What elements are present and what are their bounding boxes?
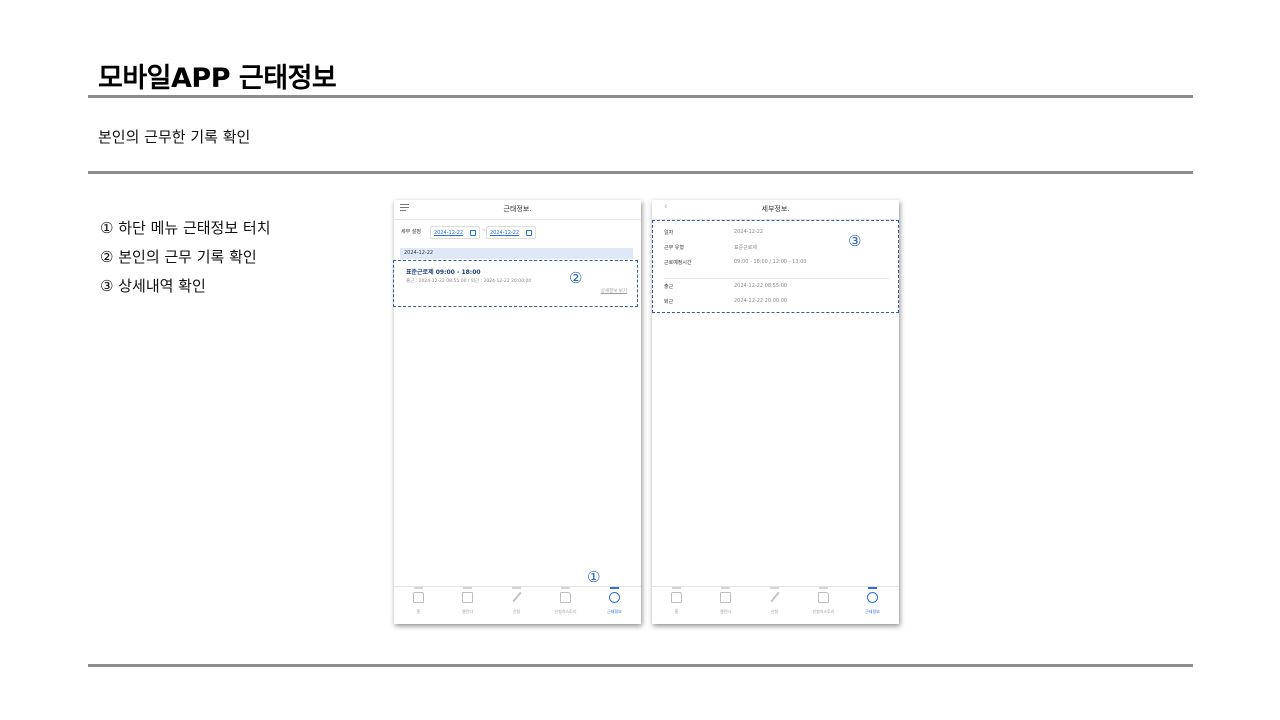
- date-to-input[interactable]: 2024-12-22: [486, 226, 536, 239]
- header-title: 근태정보.: [503, 205, 532, 213]
- date-filter: 세부 설정 2024-12-22 ~ 2024-12-22: [400, 226, 635, 240]
- highlight-record: [393, 260, 638, 307]
- step-list: ① 하단 메뉴 근태정보 터치 ② 본인의 근무 기록 확인 ③ 상세내역 확인: [100, 216, 271, 303]
- document-icon: [818, 592, 829, 603]
- tab-label: 캘린더: [719, 609, 732, 614]
- tab-label: 근태정보: [607, 609, 622, 614]
- clock-icon: [867, 592, 878, 603]
- calendar-icon[interactable]: [470, 230, 476, 236]
- tab-request-history[interactable]: 신청히스토리: [799, 587, 848, 624]
- step-2: ② 본인의 근무 기록 확인: [100, 248, 257, 266]
- bottom-tab-bar: 홈 캘린더 신청 신청히스토리 근태정보: [652, 586, 899, 624]
- date-to-value: 2024-12-22: [490, 230, 520, 236]
- step-1: ① 하단 메뉴 근태정보 터치: [100, 219, 271, 237]
- tab-request-history[interactable]: 신청히스토리: [541, 587, 590, 624]
- pen-icon: [769, 592, 780, 603]
- slide-subtitle: 본인의 근무한 기록 확인: [98, 128, 251, 146]
- calendar-icon: [462, 592, 473, 603]
- date-from-value: 2024-12-22: [434, 230, 464, 236]
- document-icon: [560, 592, 571, 603]
- tab-request[interactable]: 신청: [492, 587, 541, 624]
- filter-label: 세부 설정: [401, 229, 421, 235]
- tab-label: 신청: [512, 609, 521, 614]
- tab-attendance[interactable]: 근태정보: [848, 587, 897, 624]
- tab-label: 신청히스토리: [812, 609, 835, 614]
- tab-request[interactable]: 신청: [750, 587, 799, 624]
- footer-divider: [88, 664, 1193, 667]
- marker-2: ②: [569, 269, 583, 287]
- title-divider: [88, 95, 1193, 98]
- home-icon: [413, 592, 424, 603]
- bottom-tab-bar: 홈 캘린더 신청 신청히스토리 근태정보: [394, 586, 641, 624]
- clock-icon: [609, 592, 620, 603]
- tab-attendance[interactable]: 근태정보: [590, 587, 639, 624]
- tab-label: 신청히스토리: [554, 609, 577, 614]
- pen-icon: [511, 592, 522, 603]
- calendar-icon[interactable]: [526, 230, 532, 236]
- calendar-icon: [720, 592, 731, 603]
- tab-label: 캘린더: [461, 609, 474, 614]
- tab-label: 홈: [416, 609, 421, 614]
- date-group-label: 2024-12-22: [404, 250, 434, 256]
- marker-1: ①: [587, 568, 601, 586]
- tab-home[interactable]: 홈: [394, 587, 443, 624]
- tab-calendar[interactable]: 캘린더: [443, 587, 492, 624]
- marker-3: ③: [848, 232, 862, 250]
- app-header: 근태정보.: [394, 200, 641, 220]
- tab-label: 신청: [770, 609, 779, 614]
- date-group-header: 2024-12-22: [400, 248, 633, 259]
- home-icon: [671, 592, 682, 603]
- subtitle-divider: [88, 171, 1193, 174]
- date-from-input[interactable]: 2024-12-22: [430, 226, 480, 239]
- tab-label: 홈: [674, 609, 679, 614]
- step-3: ③ 상세내역 확인: [100, 277, 206, 295]
- tab-label: 근태정보: [865, 609, 880, 614]
- highlight-detail: [652, 220, 899, 313]
- slide-title: 모바일APP 근태정보: [98, 63, 337, 94]
- tab-calendar[interactable]: 캘린더: [701, 587, 750, 624]
- app-header: ‹ 세부정보.: [652, 200, 899, 220]
- tab-home[interactable]: 홈: [652, 587, 701, 624]
- header-title: 세부정보.: [761, 205, 790, 213]
